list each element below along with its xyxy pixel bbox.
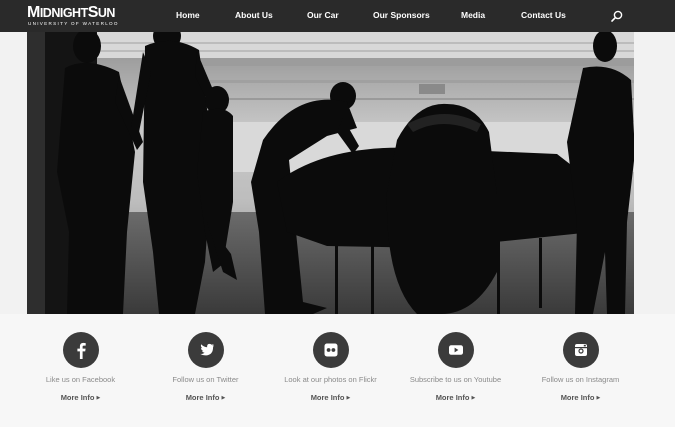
- instagram-icon[interactable]: [562, 332, 599, 368]
- social-caption: Follow us on Twitter: [172, 375, 239, 384]
- nav-contact-us[interactable]: Contact Us: [521, 10, 566, 20]
- social-caption: Look at our photos on Flickr: [284, 375, 377, 384]
- caret-right-icon: ▶: [596, 395, 601, 401]
- search-icon[interactable]: [610, 9, 624, 23]
- logo-subtitle: UNIVERSITY OF WATERLOO: [28, 21, 119, 26]
- caret-right-icon: ▶: [221, 395, 226, 401]
- more-info-link[interactable]: More Info ▶: [61, 393, 101, 402]
- left-margin: [0, 32, 27, 314]
- hero-image: [27, 32, 634, 314]
- social-flickr: Look at our photos on Flickr More Info ▶: [268, 332, 393, 405]
- more-info-link[interactable]: More Info ▶: [186, 393, 226, 402]
- midnight-sun-logo[interactable]: MIDNIGHTSUN UNIVERSITY OF WATERLOO: [27, 4, 157, 30]
- caret-right-icon: ▶: [346, 395, 351, 401]
- nav-our-car[interactable]: Our Car: [307, 10, 339, 20]
- nav-our-sponsors[interactable]: Our Sponsors: [373, 10, 430, 20]
- nav-media[interactable]: Media: [461, 10, 485, 20]
- more-info-link[interactable]: More Info ▶: [436, 393, 476, 402]
- social-instagram: Follow us on Instagram More Info ▶: [518, 332, 643, 405]
- caret-right-icon: ▶: [471, 395, 476, 401]
- social-facebook: Like us on Facebook More Info ▶: [18, 332, 143, 405]
- logo-wordmark: MIDNIGHTSUN: [27, 4, 115, 21]
- social-caption: Subscribe to us on Youtube: [409, 375, 502, 384]
- flickr-icon[interactable]: [312, 332, 349, 368]
- youtube-icon[interactable]: [437, 332, 474, 368]
- right-margin: [634, 32, 675, 314]
- social-caption: Like us on Facebook: [45, 375, 116, 384]
- more-info-link[interactable]: More Info ▶: [311, 393, 351, 402]
- top-navbar: MIDNIGHTSUN UNIVERSITY OF WATERLOO Home …: [0, 0, 675, 32]
- social-caption: Follow us on Instagram: [541, 375, 620, 384]
- facebook-icon[interactable]: [62, 332, 99, 368]
- more-info-link[interactable]: More Info ▶: [561, 393, 601, 402]
- twitter-icon[interactable]: [187, 332, 224, 368]
- nav-about-us[interactable]: About Us: [235, 10, 273, 20]
- social-twitter: Follow us on Twitter More Info ▶: [143, 332, 268, 405]
- social-youtube: Subscribe to us on Youtube More Info ▶: [393, 332, 518, 405]
- nav-home[interactable]: Home: [176, 10, 200, 20]
- caret-right-icon: ▶: [96, 395, 101, 401]
